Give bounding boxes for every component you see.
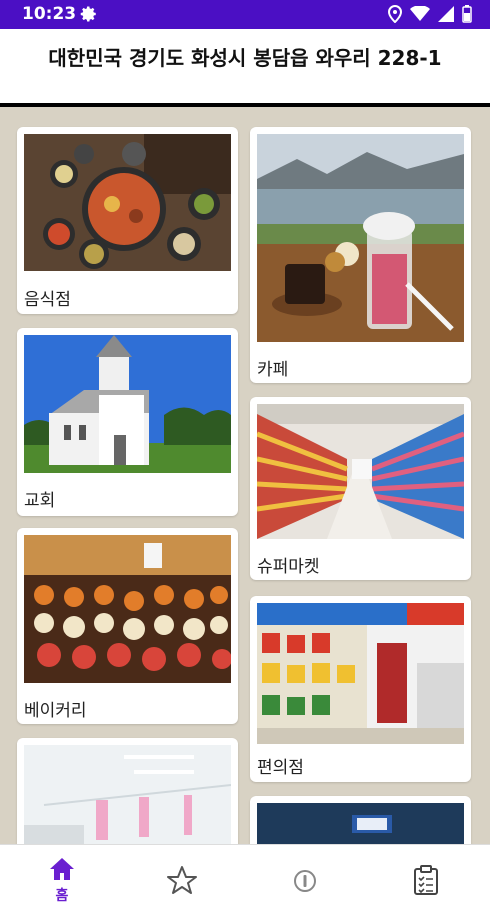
- battery-icon: [462, 5, 472, 23]
- category-card-restaurant[interactable]: 음식점: [17, 127, 238, 314]
- settings-gear-icon: [80, 5, 98, 23]
- bakery-pastries-photo: [24, 535, 231, 683]
- status-bar: 10:23: [0, 0, 490, 29]
- white-church-photo: [24, 335, 231, 473]
- wifi-icon: [410, 6, 430, 22]
- hospital-room-photo: [24, 745, 231, 844]
- nav-favorites-button[interactable]: [152, 853, 212, 905]
- korean-food-table-photo: [24, 134, 231, 271]
- category-label-bakery: 베이커리: [24, 701, 87, 721]
- status-time: 10:23: [22, 4, 77, 24]
- address-header: 대한민국 경기도 화성시 봉담읍 와우리 228-1: [0, 29, 490, 107]
- nav-history-button[interactable]: [397, 853, 457, 905]
- supermarket-aisle-photo: [257, 404, 464, 539]
- category-label-restaurant: 음식점: [24, 290, 71, 310]
- cafe-drinks-lake-photo: [257, 134, 464, 342]
- category-label-cafe: 카페: [257, 360, 289, 380]
- category-label-church: 교회: [24, 491, 56, 511]
- category-label-convenience-store: 편의점: [257, 758, 304, 778]
- category-card-church[interactable]: 교회: [17, 328, 238, 516]
- address-title: 대한민국 경기도 화성시 봉담읍 와우리 228-1: [48, 46, 442, 70]
- nav-home-button[interactable]: 홈: [32, 853, 92, 905]
- category-card-convenience-store[interactable]: 편의점: [250, 596, 471, 782]
- star-icon: [166, 865, 198, 895]
- nav-info-button[interactable]: [275, 853, 335, 905]
- clipboard-icon: [413, 865, 439, 895]
- nav-home-label: 홈: [55, 888, 69, 904]
- home-icon: [49, 857, 75, 881]
- category-card-cafe[interactable]: 카페: [250, 127, 471, 383]
- category-card-hospital[interactable]: [17, 738, 238, 844]
- bottom-navigation: 홈: [0, 844, 490, 913]
- category-card-atm[interactable]: [250, 796, 471, 844]
- convenience-store-photo: [257, 603, 464, 744]
- category-grid[interactable]: 음식점 카페 교회 슈퍼마켓 베이커리 편의점: [0, 107, 490, 844]
- signal-icon: [438, 6, 454, 22]
- category-card-supermarket[interactable]: 슈퍼마켓: [250, 397, 471, 580]
- category-label-supermarket: 슈퍼마켓: [257, 557, 320, 577]
- category-card-bakery[interactable]: 베이커리: [17, 528, 238, 724]
- info-icon: [293, 869, 317, 893]
- atm-photo: [257, 803, 464, 844]
- location-icon: [388, 5, 402, 23]
